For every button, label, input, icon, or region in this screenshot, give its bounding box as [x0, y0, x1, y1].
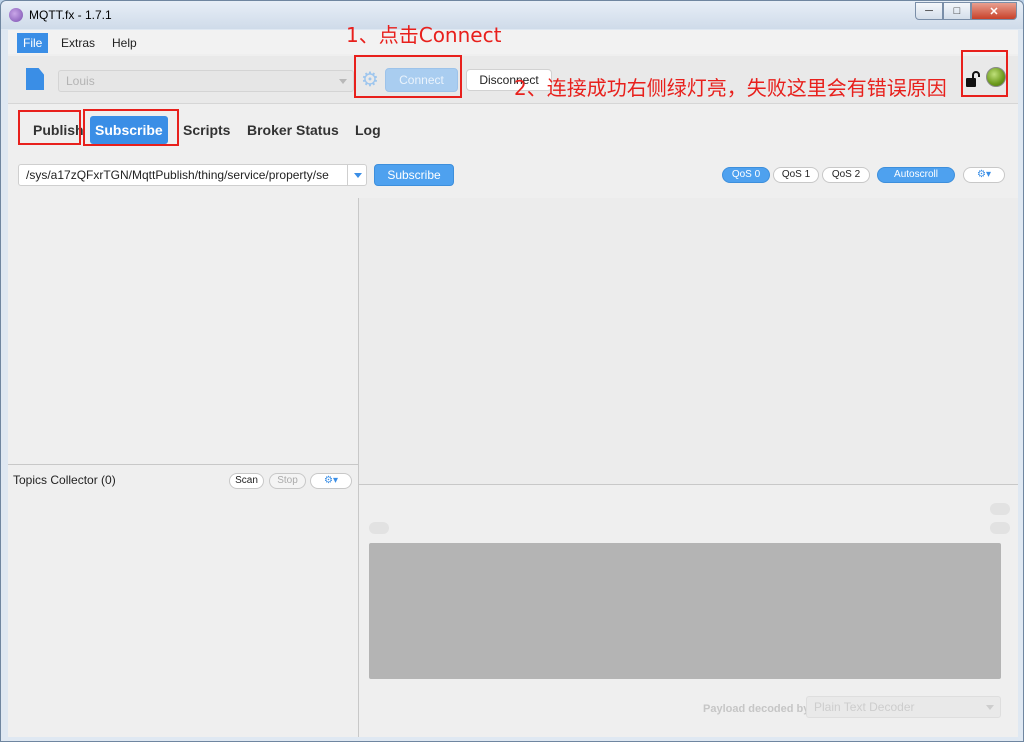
tab-log[interactable]: Log [350, 116, 386, 144]
tab-scripts[interactable]: Scripts [178, 116, 235, 144]
chevron-down-icon [339, 79, 347, 84]
menu-help[interactable]: Help [106, 33, 143, 53]
subscribe-topic-row: /sys/a17zQFxrTGN/MqttPublish/thing/servi… [8, 160, 1018, 190]
right-pane: Payload decoded by Plain Text Decoder [359, 198, 1018, 737]
topic-input[interactable]: /sys/a17zQFxrTGN/MqttPublish/thing/servi… [18, 164, 348, 186]
detail-placeholder-pill [369, 522, 389, 534]
qos0-toggle[interactable]: QoS 0 [722, 167, 770, 183]
profile-value: Louis [66, 74, 95, 88]
connection-profile-select[interactable]: Louis [58, 70, 354, 92]
subscribed-topics-list[interactable] [8, 198, 359, 464]
payload-view[interactable] [369, 543, 1001, 679]
menu-file[interactable]: File [17, 33, 49, 53]
minimize-button[interactable]: ─ [915, 2, 943, 20]
payload-decoder-select[interactable]: Plain Text Decoder [806, 696, 1001, 718]
annotation-publish-highlight [18, 110, 81, 145]
qos2-toggle[interactable]: QoS 2 [822, 167, 870, 183]
detail-placeholder-pill [990, 503, 1010, 515]
payload-decoded-by-label: Payload decoded by [703, 703, 810, 715]
subscribe-options-gear-icon[interactable]: ⚙▾ [963, 167, 1005, 183]
close-button[interactable]: ✕ [971, 2, 1017, 20]
decoder-value: Plain Text Decoder [814, 700, 915, 714]
topics-collector-list[interactable] [8, 494, 359, 737]
menu-extras[interactable]: Extras [55, 33, 101, 53]
message-detail-panel: Payload decoded by Plain Text Decoder [359, 486, 1018, 737]
topic-history-dropdown-button[interactable] [347, 164, 367, 186]
annotation-subscribe-highlight [83, 109, 179, 146]
window-controls: ─ □ ✕ [915, 2, 1017, 20]
subscribe-button[interactable]: Subscribe [374, 164, 454, 186]
annotation-step1-text: 1、点击Connect [346, 23, 502, 47]
maximize-button[interactable]: □ [943, 2, 971, 20]
chevron-down-icon [986, 705, 994, 710]
scan-button[interactable]: Scan [229, 473, 264, 489]
detail-placeholder-pill [990, 522, 1010, 534]
qos1-toggle[interactable]: QoS 1 [773, 167, 819, 183]
mqttfx-logo-icon [9, 8, 23, 22]
autoscroll-toggle[interactable]: Autoscroll [877, 167, 955, 183]
annotation-connect-highlight [354, 55, 462, 98]
collector-options-gear-icon[interactable]: ⚙▾ [310, 473, 352, 489]
edit-profile-document-icon[interactable] [26, 68, 44, 90]
topics-collector-title: Topics Collector (0) [13, 473, 116, 487]
window-title: MQTT.fx - 1.7.1 [29, 8, 112, 22]
menu-bar: File Extras Help [8, 30, 1018, 54]
annotation-step2-text: 2、连接成功右侧绿灯亮，失败这里会有错误原因 [514, 76, 947, 100]
annotation-status-highlight [961, 50, 1008, 97]
left-pane: Topics Collector (0) Scan Stop ⚙▾ [8, 198, 359, 737]
tab-broker-status[interactable]: Broker Status [242, 116, 344, 144]
title-bar: MQTT.fx - 1.7.1 ─ □ ✕ [1, 1, 1023, 29]
topics-collector-header: Topics Collector (0) Scan Stop ⚙▾ [8, 464, 359, 494]
received-messages-list[interactable] [359, 198, 1018, 485]
stop-button[interactable]: Stop [269, 473, 306, 489]
